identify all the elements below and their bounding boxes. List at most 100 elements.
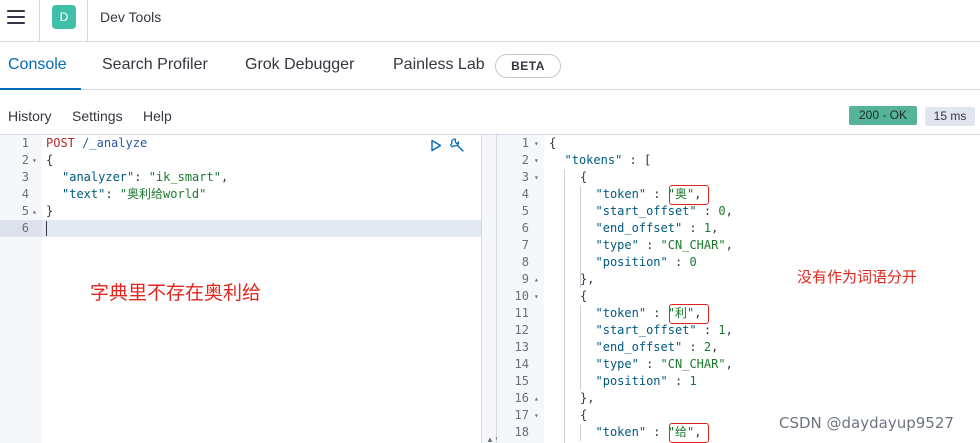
fold-toggle-icon[interactable]: ▴: [534, 271, 539, 288]
line-number: 14: [514, 357, 529, 371]
fold-toggle-icon[interactable]: ▾: [534, 407, 539, 424]
response-line: "end_offset" : 1,: [596, 220, 719, 237]
fold-toggle-icon[interactable]: ▾: [32, 152, 37, 169]
json-value: "CN_CHAR": [660, 238, 726, 252]
json-value: "CN_CHAR": [660, 357, 726, 371]
line-number: 15: [514, 374, 529, 388]
json-key: "token": [595, 425, 647, 439]
beta-badge: BETA: [495, 54, 561, 78]
settings-link[interactable]: Settings: [72, 108, 123, 124]
request-line-1: POST /_analyze: [46, 135, 147, 152]
json-key: "position": [595, 255, 668, 269]
fold-toggle-icon[interactable]: ▴: [534, 390, 539, 407]
history-link[interactable]: History: [8, 108, 52, 124]
line-number: 4: [21, 187, 29, 201]
json-value: "ik_smart": [148, 170, 221, 184]
json-punct: [: [643, 153, 652, 167]
json-value: 0: [689, 255, 697, 269]
json-key: "token": [595, 187, 647, 201]
json-sep: :: [638, 357, 661, 371]
response-line: "type" : "CN_CHAR",: [596, 237, 733, 254]
json-sep: :: [696, 323, 719, 337]
space-avatar[interactable]: D: [52, 5, 76, 29]
tab-search-profiler[interactable]: Search Profiler: [102, 56, 208, 74]
response-line: {: [580, 289, 588, 303]
fold-toggle-icon[interactable]: ▾: [534, 169, 539, 186]
header-divider: [39, 0, 40, 42]
tab-grok-debugger[interactable]: Grok Debugger: [245, 56, 354, 74]
line-number: 8: [521, 255, 529, 269]
line-number: 16: [514, 391, 529, 405]
json-sep: :: [646, 306, 668, 320]
text-caret: [46, 221, 47, 236]
line-number: 2: [521, 153, 529, 167]
response-line: "start_offset" : 1,: [596, 322, 733, 339]
json-sep: :: [682, 221, 704, 235]
json-key: "text": [62, 187, 106, 201]
request-line-4: "text": "奥利给world": [62, 186, 206, 203]
tab-painless-lab[interactable]: Painless Lab: [393, 56, 485, 74]
json-punct: ,: [725, 357, 733, 371]
json-sep: :: [667, 255, 690, 269]
resize-grip-icon[interactable]: ▲▼: [486, 435, 502, 443]
json-key: "analyzer": [62, 170, 135, 184]
token-highlight-box: [669, 185, 709, 205]
indent-guide: [580, 305, 581, 390]
line-number: 10: [514, 289, 529, 303]
console-toolbar: History Settings Help 200 - OK 15 ms: [0, 90, 980, 135]
line-number: 3: [521, 170, 529, 184]
line-number: 12: [514, 323, 529, 337]
request-line-5: }: [46, 204, 54, 218]
response-line: "type" : "CN_CHAR",: [596, 356, 733, 373]
menu-icon[interactable]: [7, 10, 25, 26]
help-link[interactable]: Help: [143, 108, 172, 124]
indent-guide: [564, 169, 565, 443]
fold-toggle-icon[interactable]: ▾: [534, 288, 539, 305]
json-sep: :: [646, 187, 668, 201]
json-key: "type": [595, 238, 639, 252]
fold-toggle-icon[interactable]: ▴: [32, 203, 37, 220]
line-number: 5: [521, 204, 529, 218]
json-sep: :: [667, 374, 690, 388]
fold-toggle-icon[interactable]: ▾: [534, 152, 539, 169]
wrench-icon[interactable]: [449, 137, 465, 153]
line-number: 13: [514, 340, 529, 354]
annotation-dictionary-note: 字典里不存在奥利给: [90, 282, 262, 304]
indent-guide: [580, 186, 581, 288]
response-line: {: [580, 170, 588, 184]
line-number: 11: [514, 306, 529, 320]
json-key: "type": [595, 357, 639, 371]
json-key: "end_offset": [595, 221, 683, 235]
fold-toggle-icon[interactable]: ▾: [534, 135, 539, 152]
response-viewer[interactable]: 1 ▾{2 ▾ "tokens" : [3 ▾{4 "token" : "奥", 5 "sta…: [497, 135, 980, 443]
response-line: },: [580, 272, 595, 286]
pane-resizer[interactable]: ▲▼: [481, 135, 502, 443]
indent-guide: [580, 424, 581, 441]
response-line: },: [580, 391, 595, 405]
json-key: "position": [595, 374, 668, 388]
request-path: /_analyze: [82, 136, 148, 150]
json-value: 1: [718, 323, 726, 337]
line-number: 6: [21, 221, 29, 235]
json-punct: ,: [725, 238, 733, 252]
json-key: "start_offset": [595, 204, 697, 218]
line-number: 6: [521, 221, 529, 235]
breadcrumb-dev-tools[interactable]: Dev Tools: [100, 9, 161, 25]
active-line-highlight: [0, 220, 481, 237]
json-punct: ,: [725, 323, 733, 337]
play-icon[interactable]: [430, 139, 442, 152]
line-number: 18: [514, 425, 529, 439]
json-sep: :: [682, 340, 704, 354]
json-value: 0: [718, 204, 726, 218]
json-punct: ,: [711, 221, 719, 235]
request-time-badge: 15 ms: [925, 107, 975, 126]
request-line-2: {: [46, 153, 54, 167]
json-value: "奥利给world": [119, 187, 207, 201]
response-line: {: [549, 136, 557, 150]
json-sep: :: [134, 170, 149, 184]
watermark: CSDN @daydayup9527: [779, 414, 954, 432]
tab-console[interactable]: Console: [8, 56, 67, 74]
response-line: "start_offset" : 0,: [596, 203, 733, 220]
status-badge: 200 - OK: [849, 106, 917, 125]
request-line-3: "analyzer": "ik_smart",: [62, 169, 228, 186]
